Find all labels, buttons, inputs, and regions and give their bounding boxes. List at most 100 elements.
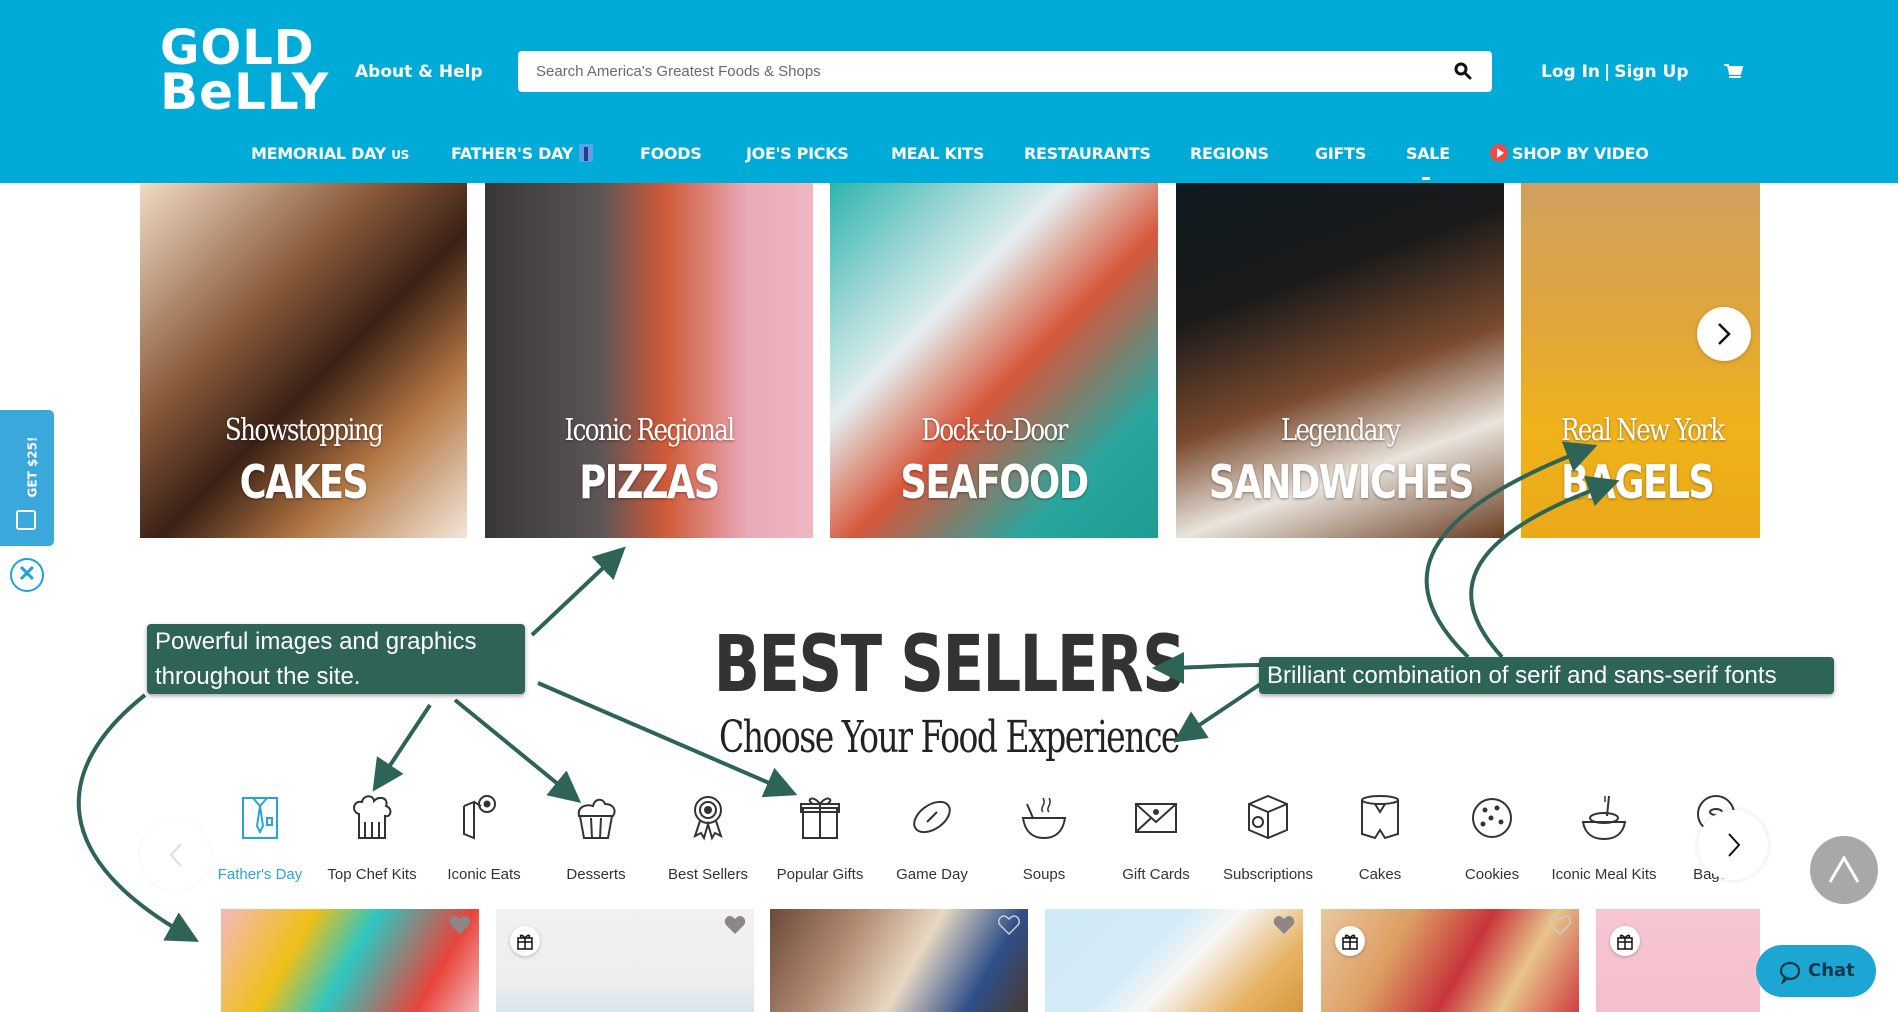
auth-separator: | [1604,62,1611,82]
category-subscriptions[interactable]: Subscriptions [1212,792,1324,883]
nav-meal-kits[interactable]: MEAL KITS [891,144,984,163]
heart-icon[interactable] [724,915,746,935]
heart-icon[interactable] [449,915,471,935]
category-label: Iconic Eats [447,866,521,883]
hero-tile-seafood[interactable]: Dock-to-Door SEAFOOD [830,183,1158,538]
main-nav: MEMORIAL DAY US FATHER'S DAY FOODS JOE'S… [0,140,1898,170]
auth-links: Log In | Sign Up [1541,62,1688,82]
category-soups[interactable]: Soups [988,792,1100,883]
football-icon [913,800,951,834]
promo-label: GET $25! [25,436,40,498]
goldbelly-logo[interactable]: GOLD BeLLY [160,24,330,121]
nav-memorial-day[interactable]: MEMORIAL DAY US [251,144,409,163]
product-card[interactable] [221,909,479,1012]
shirt-tie-icon [578,144,593,162]
logo-line-2: BeLLY [160,63,330,121]
chevron-up-icon [1828,856,1860,883]
nav-foods[interactable]: FOODS [640,144,702,163]
tile-title: CAKES [239,455,369,509]
chef-hat-icon [353,795,392,839]
gift-badge [510,926,540,956]
category-label: Subscriptions [1222,866,1314,883]
chat-label: Chat [1808,960,1855,981]
nav-label: MEMORIAL DAY [251,144,386,163]
category-next-button[interactable] [1698,810,1768,880]
chevron-right-icon [1718,323,1731,345]
active-nav-indicator [1422,177,1430,180]
gift-icon [1342,934,1358,950]
dollar-tag-icon [16,510,36,530]
nav-shop-by-video[interactable]: SHOP BY VIDEO [1490,144,1649,163]
category-iconic-meal-kits[interactable]: Iconic Meal Kits [1548,792,1660,883]
category-fathers-day[interactable]: Father's Day [204,792,316,883]
category-prev-button[interactable] [140,820,210,890]
category-cookies[interactable]: Cookies [1436,792,1548,883]
category-iconic-eats[interactable]: Iconic Eats [428,792,540,883]
get-25-promo-tab[interactable]: GET $25! [0,410,54,546]
chevron-right-icon [1728,833,1741,857]
nav-gifts[interactable]: GIFTS [1315,144,1366,163]
tile-tagline: Showstopping [224,413,384,448]
category-desserts[interactable]: Desserts [540,792,652,883]
hero-tile-pizzas[interactable]: Iconic Regional PIZZAS [485,183,813,538]
category-label: Top Chef Kits [327,866,417,883]
best-sellers-subtitle: Choose Your Food Experience [719,712,1180,763]
nav-restaurants[interactable]: RESTAURANTS [1024,144,1151,163]
annotation-images: Powerful images and graphics throughout … [147,624,525,694]
product-card[interactable] [496,909,754,1012]
nav-label: FATHER'S DAY [451,144,573,163]
scroll-to-top-button[interactable] [1810,836,1878,904]
cart-icon[interactable] [1723,62,1745,82]
site-header: GOLD BeLLY About & Help Log In|Sign Up M… [0,0,1898,183]
product-card[interactable] [1321,909,1579,1012]
hero-tile-cakes[interactable]: Showstopping CAKES [140,183,467,538]
category-label: Game Day [896,866,968,883]
category-cakes[interactable]: Cakes [1324,792,1436,883]
hero-tile-sandwiches[interactable]: Legendary SANDWICHES [1176,183,1504,538]
gift-badge [1610,926,1640,956]
gift-icon [1617,934,1633,950]
heart-icon[interactable] [1273,915,1295,935]
nav-fathers-day[interactable]: FATHER'S DAY [451,144,593,163]
tile-tagline: Dock-to-Door [921,413,1068,448]
cake-slice-icon [1361,795,1399,840]
category-label: Gift Cards [1122,866,1190,883]
box-icon [1248,794,1288,840]
close-promo-button[interactable]: ✕ [10,558,44,592]
category-popular-gifts[interactable]: Popular Gifts [764,792,876,883]
category-game-day[interactable]: Game Day [876,792,988,883]
tile-tagline: Legendary [1280,413,1401,448]
play-icon [1490,144,1508,162]
cookie-icon [1472,798,1512,838]
category-best-sellers[interactable]: Best Sellers [652,792,764,883]
search-icon[interactable] [1454,62,1472,80]
tile-title: SANDWICHES [1208,455,1475,509]
heart-icon[interactable] [1549,915,1571,935]
heart-icon[interactable] [998,915,1020,935]
signup-link[interactable]: Sign Up [1614,62,1688,82]
chevron-left-icon [169,843,182,867]
nav-regions[interactable]: REGIONS [1190,144,1269,163]
category-top-chef-kits[interactable]: Top Chef Kits [316,792,428,883]
award-ribbon-icon [693,796,723,841]
nav-suffix: US [391,148,409,162]
about-help-link[interactable]: About & Help [355,62,483,82]
product-card[interactable] [1596,909,1760,1012]
search-input[interactable] [518,51,1418,92]
chat-button[interactable]: Chat [1756,945,1876,997]
map-pin-icon [463,795,496,840]
login-link[interactable]: Log In [1541,62,1600,82]
gift-badge [1335,926,1365,956]
hero-next-button[interactable] [1697,307,1751,361]
category-label: Popular Gifts [776,866,864,883]
tile-tagline: Real New York [1561,413,1725,448]
tile-title: SEAFOOD [900,455,1089,509]
nav-joes-picks[interactable]: JOE'S PICKS [746,144,849,163]
nav-sale[interactable]: SALE [1406,144,1450,163]
category-label: Father's Day [217,866,303,883]
chat-bubble-icon [1779,961,1801,984]
product-card[interactable] [770,909,1028,1012]
category-gift-cards[interactable]: Gift Cards [1100,792,1212,883]
product-card[interactable] [1045,909,1303,1012]
shirt-icon [242,797,278,839]
